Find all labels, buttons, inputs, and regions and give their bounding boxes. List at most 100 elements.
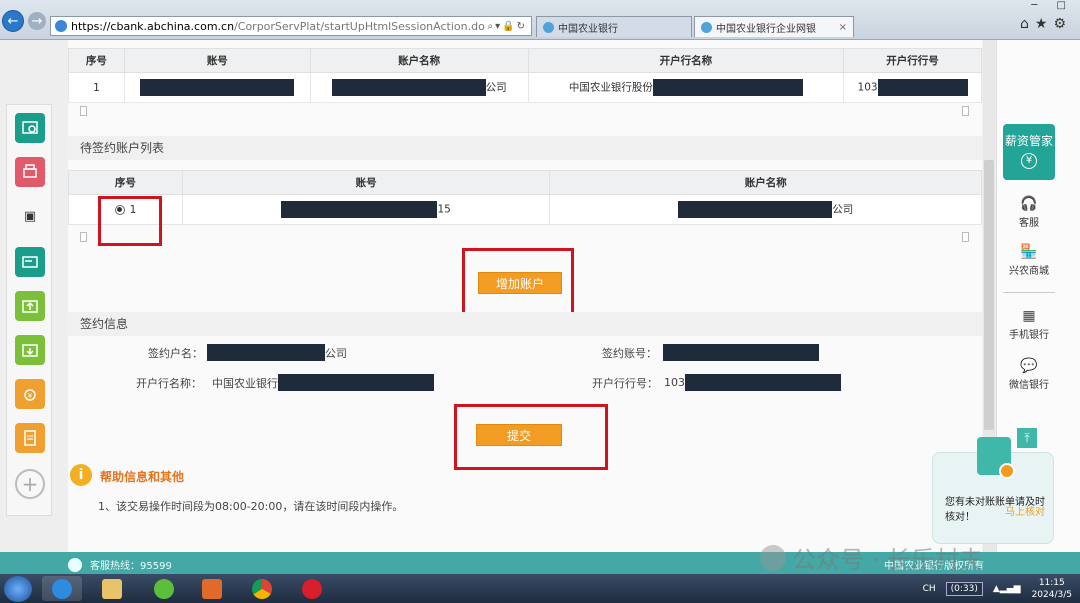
table-scrollbar[interactable] [68,106,982,120]
redaction [140,79,295,96]
redaction [663,344,819,361]
cell-account-name: 公司 [309,72,529,103]
salary-manager-button[interactable]: 薪资管家 ¥ [1003,124,1055,180]
xingnong-mall-link[interactable]: 🏪 兴农商城 [997,244,1061,277]
browser-toolbar-icons[interactable]: ⌂★⚙ [1020,16,1072,32]
pending-title: 待签约账户列表 [68,136,982,160]
phone-icon [68,557,82,572]
arrow-up-icon: ⤒ [1024,430,1030,445]
small-doc-icon[interactable]: ▣ [15,201,45,231]
gear-icon: ⚙ [1053,16,1072,32]
col-bank-name: 开户行名称 [527,48,845,73]
forward-button[interactable]: → [28,12,46,30]
window-controls[interactable]: ─ □ [1031,0,1074,11]
clock[interactable]: 11:15 2024/3/5 [1032,577,1072,601]
bank-no-row: 开户行行号： 103 [592,374,841,391]
redaction [281,201,438,218]
app-icon [302,578,322,599]
add-shortcut-icon[interactable]: + [15,469,45,499]
svg-text:¥: ¥ [28,392,33,400]
taskbar-browser[interactable] [144,576,184,601]
taskbar-media[interactable] [192,576,232,601]
redaction [207,344,325,361]
folder-download-icon[interactable] [15,335,45,365]
address-bar[interactable]: https://cbank.abchina.com.cn/CorporServP… [50,16,532,36]
redaction [685,374,841,391]
url-path: /CorporServPlat/startUpHtmlSessionAction… [234,19,485,33]
cell-account: 15 [181,194,551,225]
network-icon[interactable]: ▲▂▄▆ [993,584,1021,594]
signer-name-row: 签约户名： 公司 [148,344,347,361]
main-content: 序号 账号 账户名称 开户行名称 开户行行号 1 公司 中国农业银行股份 103… [68,40,982,552]
folder-upload-icon[interactable] [15,291,45,321]
mobile-bank-link[interactable]: ▦ 手机银行 [997,308,1061,341]
ie-icon [52,578,72,599]
wechat-logo-icon [760,544,786,571]
document-alert-icon [977,437,1015,479]
hotline-text: 客服热线：95599 [90,561,172,572]
cell-account-name: 公司 [549,194,982,225]
highlight-box [454,404,608,470]
customer-service-link[interactable]: 🎧 客服 [997,196,1061,229]
pending-accounts-table: 序号 账号 账户名称 1 15 公司 [68,170,982,225]
star-icon: ★ [1034,16,1054,32]
close-icon[interactable]: × [839,22,847,33]
printer-icon[interactable] [15,157,45,187]
scrollbar-thumb[interactable] [984,160,994,430]
arrow-right-icon: → [31,13,43,29]
card-icon[interactable] [15,247,45,277]
sign-account-row: 签约账号： [602,344,819,361]
ie-icon [55,20,67,32]
sign-info-title: 签约信息 [68,312,982,336]
verify-now-link[interactable]: 马上核对 [1005,503,1045,518]
home-icon: ⌂ [1019,16,1035,32]
recording-timer: (0:33) [945,581,983,596]
redaction [678,201,833,218]
col-bank-no: 开户行行号 [843,48,982,73]
tab-favicon-icon [701,21,712,33]
tab-abchina[interactable]: 中国农业银行 [536,16,692,37]
col-account: 账号 [123,48,311,73]
yen-icon: ¥ [1021,153,1037,169]
taskbar-ie[interactable] [42,576,82,601]
back-to-top-button[interactable]: ⤒ [1017,428,1037,448]
table-row: 1 15 公司 [68,194,982,225]
folder-icon [102,578,122,599]
taskbar-chrome[interactable] [242,576,282,601]
help-item: 1、该交易操作时间段为08:00-20:00，请在该时间段内操作。 [98,500,404,513]
bank-name-row: 开户行名称： 中国农业银行 [136,374,434,391]
redaction [278,374,434,391]
redaction [877,79,968,96]
start-button[interactable] [4,576,32,602]
headset-icon: 🎧 [1020,196,1038,212]
tab-label: 中国农业银行 [558,23,618,35]
taskbar-explorer[interactable] [92,576,132,601]
address-actions-icon[interactable]: ⌕▾🔒↻ [488,21,531,32]
table-scrollbar[interactable] [68,232,982,246]
wechat-bank-link[interactable]: 💬 微信银行 [997,358,1061,391]
account-query-icon[interactable] [15,113,45,143]
divider [1003,292,1055,293]
signed-accounts-table: 序号 账号 账户名称 开户行名称 开户行行号 1 公司 中国农业银行股份 103 [68,48,982,103]
arrow-left-icon: ← [7,13,19,29]
taskbar: CH (0:33) ▲▂▄▆ 11:15 2024/3/5 [0,574,1080,603]
browser-icon [154,578,174,599]
taskbar-app[interactable] [292,576,332,601]
chrome-icon [252,578,272,599]
redaction [652,79,803,96]
language-indicator[interactable]: CH [923,584,936,594]
bill-icon[interactable] [15,423,45,453]
col-account: 账号 [181,170,551,195]
tab-corporate-banking[interactable]: 中国农业银行企业网银 × [694,16,854,37]
col-account-name: 账户名称 [309,48,529,73]
unreconciled-notice[interactable]: 您有未对账账单请及时核对！ 马上核对 [932,437,1054,544]
url-host: https://cbank.abchina.com.cn [71,19,235,33]
browser-chrome: ← → https://cbank.abchina.com.cn/CorporS… [0,0,1080,40]
cell-account [123,72,311,103]
cell-index: 1 [68,72,125,103]
back-button[interactable]: ← [2,10,24,32]
qrcode-icon: ▦ [1022,308,1036,324]
help-title: 帮助信息和其他 [100,470,185,484]
money-bag-icon[interactable]: ¥ [15,379,45,409]
highlight-box [98,196,162,246]
